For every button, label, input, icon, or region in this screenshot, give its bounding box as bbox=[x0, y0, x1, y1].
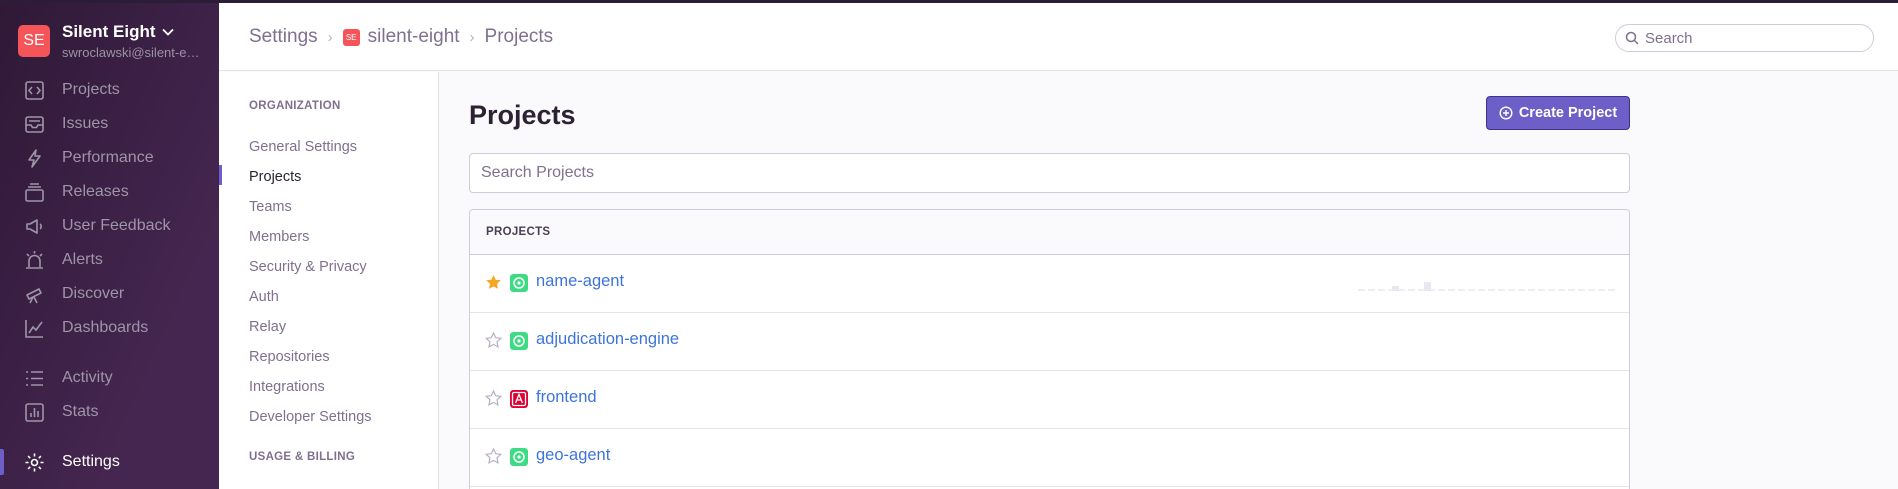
siren-icon bbox=[26, 251, 43, 269]
sidebar-item-label: Alerts bbox=[62, 251, 103, 268]
projects-panel: PROJECTS name-agent adjudication-engine … bbox=[469, 209, 1630, 489]
breadcrumb-settings[interactable]: Settings bbox=[249, 26, 318, 48]
android-platform-icon bbox=[510, 448, 528, 466]
create-project-button[interactable]: Create Project bbox=[1486, 96, 1630, 130]
search-projects-input[interactable]: Search Projects bbox=[469, 153, 1630, 193]
org-switcher[interactable]: SE Silent Eight swroclawski@silent-eight… bbox=[18, 22, 200, 60]
star-filled-icon[interactable] bbox=[485, 274, 502, 291]
sidebar-item-user-feedback[interactable]: User Feedback bbox=[0, 211, 219, 241]
android-platform-icon bbox=[510, 274, 528, 292]
sidebar-item-issues[interactable]: Issues bbox=[0, 109, 219, 139]
sidebar-item-dashboards[interactable]: Dashboards bbox=[0, 313, 219, 343]
subnav-item-general-settings[interactable]: General Settings bbox=[249, 139, 357, 155]
star-outline-icon[interactable] bbox=[485, 390, 502, 407]
add-circle-icon bbox=[1499, 106, 1513, 120]
chevron-right-icon: › bbox=[327, 28, 333, 46]
subnav-item-relay[interactable]: Relay bbox=[249, 319, 286, 335]
sidebar-item-label: Activity bbox=[62, 369, 113, 386]
active-indicator bbox=[219, 165, 222, 185]
project-row: frontend bbox=[470, 371, 1629, 429]
lightning-icon bbox=[28, 149, 41, 168]
chevron-right-icon: › bbox=[469, 28, 475, 46]
header: Settings › SE silent-eight › Projects Se… bbox=[219, 3, 1898, 71]
package-icon bbox=[25, 183, 44, 202]
sidebar-item-activity[interactable]: Activity bbox=[0, 363, 219, 393]
sidebar-item-label: Releases bbox=[62, 183, 129, 200]
bar-chart-icon bbox=[25, 403, 44, 422]
sidebar-item-label: Stats bbox=[62, 403, 99, 420]
sidebar-item-stats[interactable]: Stats bbox=[0, 397, 219, 427]
org-avatar: SE bbox=[18, 25, 50, 57]
top-border bbox=[0, 0, 1898, 3]
sidebar-item-performance[interactable]: Performance bbox=[0, 143, 219, 173]
project-sparkline bbox=[1358, 282, 1616, 291]
section-title-organization: ORGANIZATION bbox=[249, 100, 341, 112]
global-search-input[interactable]: Search bbox=[1615, 24, 1874, 52]
inbox-icon bbox=[25, 116, 44, 133]
list-icon bbox=[26, 371, 43, 386]
sidebar-item-label: Discover bbox=[62, 285, 125, 302]
settings-subnav: ORGANIZATION General Settings Projects T… bbox=[219, 72, 439, 489]
project-name-link[interactable]: name-agent bbox=[536, 272, 624, 291]
chevron-down-icon bbox=[161, 28, 174, 36]
org-badge: SE bbox=[342, 28, 360, 46]
subnav-item-projects[interactable]: Projects bbox=[249, 169, 301, 185]
panel-header: PROJECTS bbox=[470, 210, 1629, 255]
angular-platform-icon bbox=[510, 390, 528, 408]
sidebar-item-label: Projects bbox=[62, 81, 120, 98]
star-outline-icon[interactable] bbox=[485, 448, 502, 465]
user-email: swroclawski@silent-eight.com bbox=[62, 45, 200, 60]
project-row: geo-agent bbox=[470, 429, 1629, 487]
breadcrumb-org[interactable]: silent-eight bbox=[368, 26, 460, 48]
sidebar-item-projects[interactable]: Projects bbox=[0, 75, 219, 105]
project-row: adjudication-engine bbox=[470, 313, 1629, 371]
search-placeholder: Search bbox=[1645, 29, 1693, 47]
section-title-usage-billing: USAGE & BILLING bbox=[249, 451, 356, 463]
subnav-item-security-privacy[interactable]: Security & Privacy bbox=[249, 259, 367, 275]
page-title: Projects bbox=[469, 100, 576, 130]
sidebar: SE Silent Eight swroclawski@silent-eight… bbox=[0, 0, 219, 489]
sidebar-item-discover[interactable]: Discover bbox=[0, 279, 219, 309]
subnav-item-members[interactable]: Members bbox=[249, 229, 309, 245]
project-row: name-agent bbox=[470, 255, 1629, 313]
sidebar-item-label: Issues bbox=[62, 115, 109, 132]
search-icon bbox=[1625, 31, 1639, 45]
megaphone-icon bbox=[26, 219, 42, 234]
gear-icon bbox=[25, 453, 44, 472]
subnav-item-auth[interactable]: Auth bbox=[249, 289, 279, 305]
org-name: Silent Eight bbox=[62, 22, 156, 41]
android-platform-icon bbox=[510, 332, 528, 350]
main-content: Projects Create Project Search Projects … bbox=[440, 72, 1898, 489]
sidebar-item-releases[interactable]: Releases bbox=[0, 177, 219, 207]
project-name-link[interactable]: geo-agent bbox=[536, 446, 610, 465]
breadcrumb: Settings › SE silent-eight › Projects bbox=[249, 26, 553, 48]
breadcrumb-projects: Projects bbox=[484, 26, 554, 47]
subnav-item-teams[interactable]: Teams bbox=[249, 199, 292, 215]
telescope-icon bbox=[26, 288, 42, 304]
sidebar-item-label: User Feedback bbox=[62, 217, 171, 234]
subnav-item-developer-settings[interactable]: Developer Settings bbox=[249, 409, 372, 425]
code-brackets-icon bbox=[25, 81, 44, 100]
subnav-item-repositories[interactable]: Repositories bbox=[249, 349, 330, 365]
sidebar-item-settings[interactable]: Settings bbox=[0, 447, 219, 477]
active-indicator bbox=[0, 449, 4, 475]
sidebar-item-label: Performance bbox=[62, 149, 154, 166]
sidebar-item-label: Dashboards bbox=[62, 319, 149, 336]
sidebar-item-label: Settings bbox=[62, 453, 120, 470]
subnav-item-integrations[interactable]: Integrations bbox=[249, 379, 325, 395]
project-name-link[interactable]: adjudication-engine bbox=[536, 330, 679, 349]
project-name-link[interactable]: frontend bbox=[536, 388, 597, 407]
star-outline-icon[interactable] bbox=[485, 332, 502, 349]
graph-icon bbox=[25, 320, 43, 338]
create-project-label: Create Project bbox=[1518, 105, 1618, 121]
sidebar-item-alerts[interactable]: Alerts bbox=[0, 245, 219, 275]
